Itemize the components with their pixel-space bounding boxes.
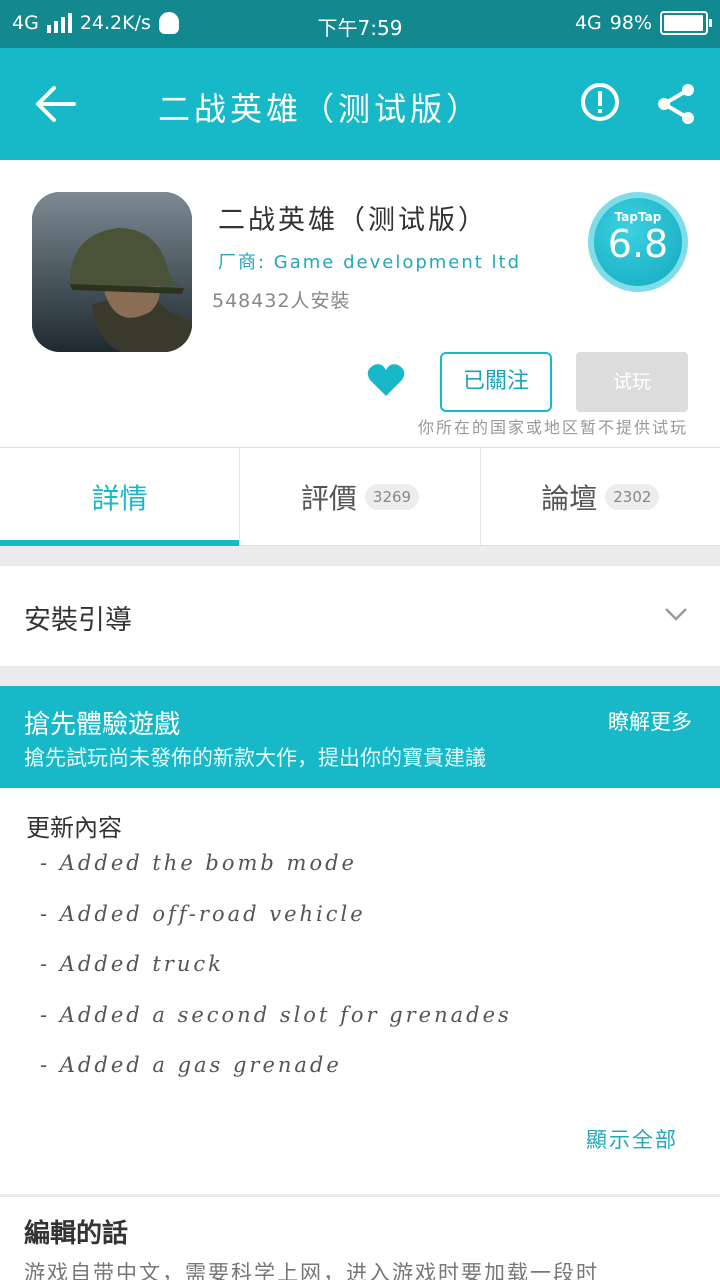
region-notice: 你所在的国家或地区暂不提供试玩 — [417, 418, 688, 437]
update-heading: 更新內容 — [26, 814, 122, 842]
editor-body: 游戏自带中文，需要科学上网，进入游戏时要加载一段时 — [24, 1261, 599, 1280]
heart-icon[interactable] — [366, 362, 406, 398]
list-item: - Added a gas grenade — [40, 1053, 342, 1077]
early-access-subtitle: 搶先試玩尚未發佈的新款大作，提出你的寶貴建議 — [24, 746, 486, 770]
tab-details-label: 詳情 — [91, 481, 148, 515]
network-label-right: 4G — [574, 12, 602, 34]
tab-reviews[interactable]: 評價 3269 — [240, 448, 481, 545]
app-header: 二战英雄（测试版） 厂商: Game development ltd 54843… — [0, 160, 720, 448]
app-name: 二战英雄（测试版） — [218, 205, 488, 236]
show-all-link[interactable]: 顯示全部 — [586, 1124, 678, 1154]
chevron-down-icon — [665, 608, 687, 621]
install-guide-label: 安裝引導 — [24, 605, 132, 636]
tab-forum-label: 論壇 — [541, 481, 598, 515]
early-access-title: 搶先體驗遊戲 — [24, 710, 181, 740]
score-brand: TapTap — [614, 210, 662, 224]
tab-bar: 詳情 評價 3269 論壇 2302 — [0, 448, 720, 546]
tab-reviews-label: 評價 — [300, 481, 357, 515]
tab-forum[interactable]: 論壇 2302 — [481, 448, 720, 545]
early-access-banner[interactable]: 搶先體驗遊戲 搶先試玩尚未發佈的新款大作，提出你的寶貴建議 瞭解更多 — [0, 686, 720, 788]
learn-more-link[interactable]: 瞭解更多 — [608, 706, 692, 736]
battery-icon — [660, 11, 712, 35]
app-icon — [32, 192, 192, 352]
install-guide-row[interactable]: 安裝引導 — [0, 566, 720, 666]
tab-details[interactable]: 詳情 — [0, 448, 241, 546]
trial-button[interactable]: 试玩 — [576, 352, 688, 412]
list-item: - Added the bomb mode — [40, 851, 357, 875]
update-list: - Added the bomb mode - Added off-road v… — [40, 850, 512, 1103]
list-item: - Added off-road vehicle — [40, 901, 366, 926]
app-bar: 二战英雄（测试版） — [0, 48, 720, 160]
list-item: - Added a second slot for grenades — [40, 1002, 512, 1027]
tab-reviews-count: 3269 — [364, 483, 420, 510]
share-icon[interactable] — [654, 82, 698, 126]
status-bar: 4G 24.2K/s 下午7:59 4G 98% — [0, 0, 720, 48]
soldier-helmet-image — [32, 192, 192, 352]
update-content: 更新內容 - Added the bomb mode - Added off-r… — [0, 788, 720, 1194]
battery-percent: 98% — [609, 12, 652, 34]
list-item: - Added truck — [40, 952, 224, 976]
editor-heading: 編輯的話 — [24, 1219, 129, 1249]
status-right: 4G 98% — [574, 11, 712, 35]
page-title: 二战英雄（测试版） — [157, 90, 482, 128]
vendor-link[interactable]: 厂商: Game development ltd — [218, 248, 521, 274]
install-count: 548432人安裝 — [212, 290, 351, 312]
report-icon[interactable] — [580, 82, 620, 122]
editor-notes: 編輯的話 游戏自带中文，需要科学上网，进入游戏时要加载一段时 — [0, 1196, 720, 1280]
score-value: 6.8 — [607, 222, 669, 266]
score-badge: TapTap 6.8 — [588, 192, 688, 292]
tab-forum-count: 2302 — [605, 483, 660, 510]
follow-button[interactable]: 已關注 — [440, 352, 552, 412]
